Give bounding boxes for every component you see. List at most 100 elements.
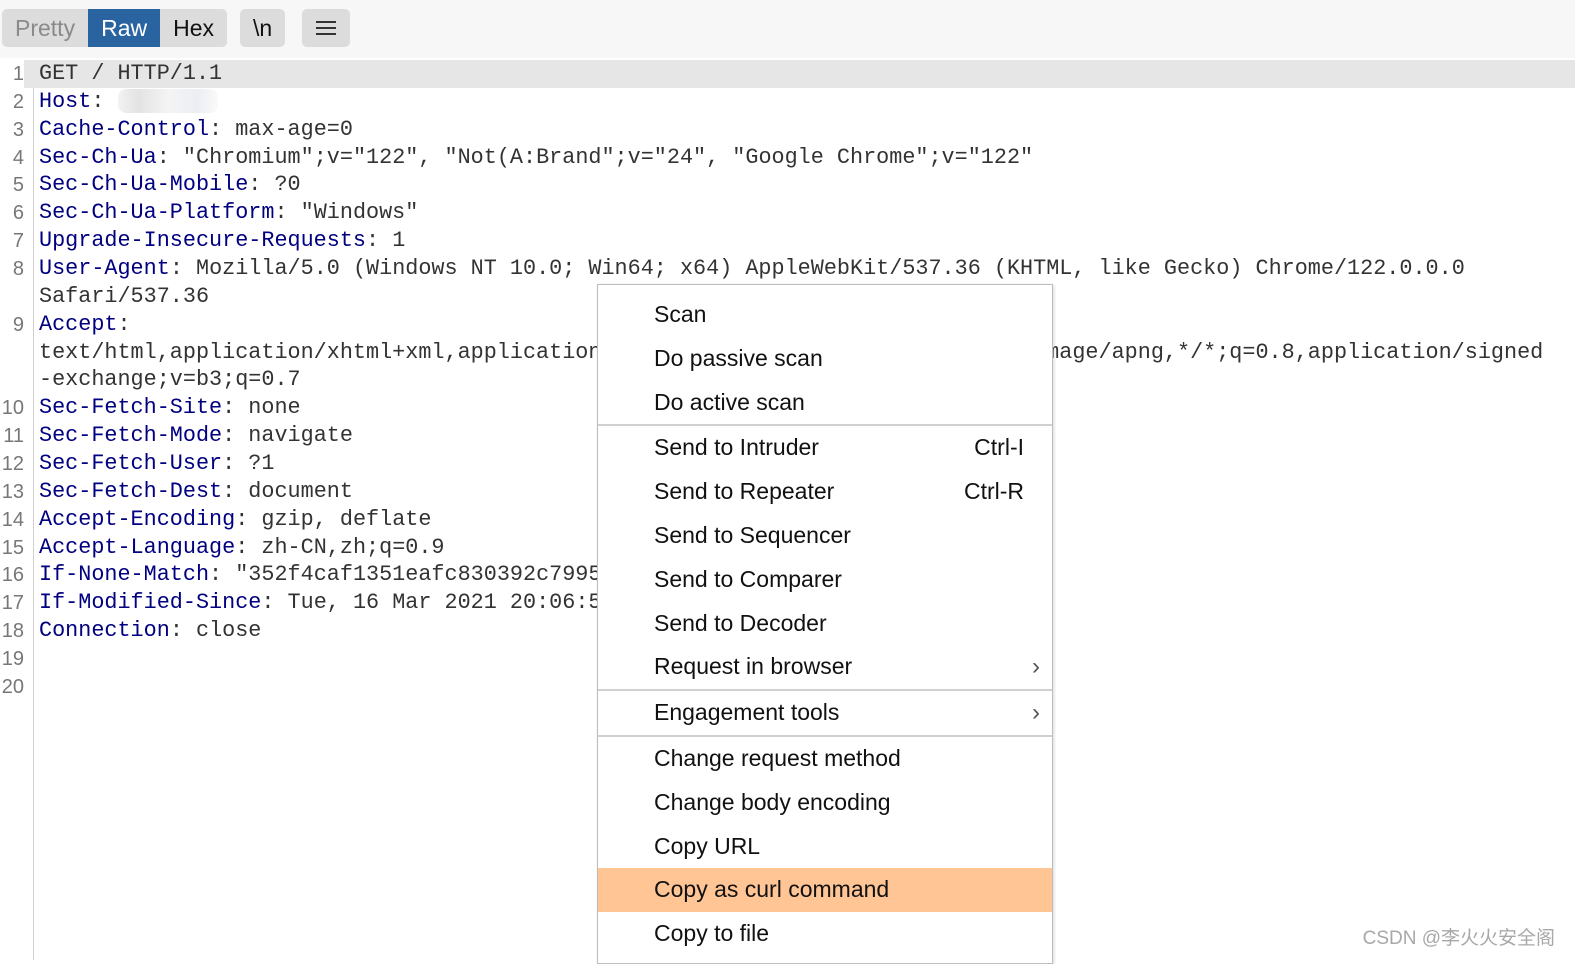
line-code: GET / HTTP/1.1 <box>39 60 222 88</box>
line-code: If-None-Match: "352f4caf1351eafc830392c7… <box>39 561 601 589</box>
line-number: 4 <box>12 146 24 169</box>
header-name: Sec-Ch-Ua-Platform <box>39 200 275 226</box>
menu-item-do-active-scan[interactable]: Do active scan <box>598 381 1052 425</box>
line-number: 6 <box>12 202 24 225</box>
header-name: If-Modified-Since <box>39 590 262 616</box>
header-name: Sec-Fetch-User <box>39 451 223 477</box>
menu-item-label: Change request method <box>654 744 901 771</box>
editor-line[interactable]: 3 Cache-Control: max-age=0 <box>0 116 1575 144</box>
editor-line[interactable]: 4 Sec-Ch-Ua: "Chromium";v="122", "Not(A:B… <box>0 144 1575 172</box>
header-value: max-age=0 <box>235 116 353 142</box>
tab-hex[interactable]: Hex <box>160 9 227 47</box>
menu-item-label: Send to Intruder <box>654 434 819 461</box>
header-value: -exchange;v=b3;q=0.7 <box>39 367 301 393</box>
menu-item-send-to-repeater[interactable]: Send to Repeater Ctrl-R <box>598 470 1052 514</box>
newline-toggle-button[interactable]: \n <box>240 9 286 47</box>
editor-line[interactable]: 8 User-Agent: Mozilla/5.0 (Windows NT 10.… <box>0 255 1575 283</box>
tab-raw[interactable]: Raw <box>88 9 161 47</box>
menu-item-copy-as-curl-command[interactable]: Copy as curl command <box>598 868 1052 913</box>
menu-item-label: Copy as curl command <box>654 876 890 903</box>
editor-line[interactable]: 1 GET / HTTP/1.1 <box>0 60 1575 88</box>
header-separator: : <box>222 451 249 477</box>
header-separator: : <box>274 200 301 226</box>
header-value: "352f4caf1351eafc830392c7995 <box>235 562 602 588</box>
menu-item-do-passive-scan[interactable]: Do passive scan <box>598 337 1052 381</box>
line-number: 18 <box>1 620 24 643</box>
menu-item-label: Scan <box>654 301 707 327</box>
header-name: Sec-Fetch-Dest <box>39 478 223 504</box>
line-number: 11 <box>3 425 24 448</box>
menu-item-send-to-comparer[interactable]: Send to Comparer <box>598 558 1052 602</box>
header-value: "Windows" <box>300 200 419 226</box>
header-value: ?1 <box>248 451 275 477</box>
header-value: Safari/537.36 <box>39 283 210 309</box>
header-value: none <box>248 395 301 421</box>
line-number: 5 <box>12 174 24 197</box>
menu-item-label: Engagement tools <box>654 699 840 726</box>
line-code: Sec-Fetch-Mode: navigate <box>39 422 353 450</box>
line-code: Upgrade-Insecure-Requests: 1 <box>39 227 405 255</box>
menu-item-label: Copy URL <box>654 832 761 859</box>
header-separator: : <box>156 144 183 170</box>
line-number: 3 <box>12 118 24 141</box>
menu-item-change-body-encoding[interactable]: Change body encoding <box>598 781 1052 825</box>
editor-line[interactable]: 6 Sec-Ch-Ua-Platform: "Windows" <box>0 199 1575 227</box>
header-separator: : <box>235 506 262 532</box>
line-code: Sec-Fetch-Dest: document <box>39 478 353 506</box>
menu-item-request-in-browser[interactable]: Request in browser › <box>598 645 1052 689</box>
menu-item-label: Send to Comparer <box>654 565 842 592</box>
line-code: Accept: <box>39 311 131 339</box>
header-separator: : <box>222 478 249 504</box>
line-code: Safari/537.36 <box>39 283 209 311</box>
menu-item-label: Send to Sequencer <box>654 521 851 548</box>
header-separator: : <box>261 590 288 616</box>
header-name: Sec-Ch-Ua <box>39 144 157 170</box>
header-separator: : <box>209 562 236 588</box>
menu-item-send-to-intruder[interactable]: Send to Intruder Ctrl-I <box>598 426 1052 470</box>
editor-line[interactable]: 2 Host: <box>0 88 1575 116</box>
header-separator: : <box>117 311 131 337</box>
header-value: zh-CN,zh;q=0.9 <box>261 534 445 560</box>
line-number: 1 <box>0 60 24 88</box>
menu-item-copy-to-file[interactable]: Copy to file <box>598 912 1052 956</box>
line-number: 12 <box>1 453 24 476</box>
header-value: Mozilla/5.0 (Windows NT 10.0; Win64; x64… <box>195 256 1465 282</box>
header-name: Accept <box>39 311 118 337</box>
header-name: Accept-Encoding <box>39 506 236 532</box>
line-number: 8 <box>12 258 24 281</box>
menu-item-send-to-sequencer[interactable]: Send to Sequencer <box>598 514 1052 558</box>
menu-item-label: Do passive scan <box>654 344 823 371</box>
header-separator: : <box>169 256 196 282</box>
line-code: Sec-Ch-Ua-Platform: "Windows" <box>39 199 418 227</box>
line-code: Sec-Ch-Ua: "Chromium";v="122", "Not(A:Br… <box>39 144 1033 172</box>
menu-item-label: Send to Decoder <box>654 609 827 636</box>
header-separator: : <box>222 395 249 421</box>
editor-line[interactable]: 5 Sec-Ch-Ua-Mobile: ?0 <box>0 171 1575 199</box>
line-code: If-Modified-Since: Tue, 16 Mar 2021 20:0… <box>39 589 601 617</box>
header-value: GET / HTTP/1.1 <box>39 61 223 86</box>
line-code: Connection: close <box>39 617 261 645</box>
menu-item-copy-url[interactable]: Copy URL <box>598 825 1052 869</box>
editor-line[interactable]: 7 Upgrade-Insecure-Requests: 1 <box>0 227 1575 255</box>
header-separator: : <box>222 423 249 449</box>
header-name: If-None-Match <box>39 562 210 588</box>
menu-item-engagement-tools[interactable]: Engagement tools › <box>598 691 1052 735</box>
chevron-right-icon: › <box>1032 699 1040 727</box>
header-separator: : <box>209 116 236 142</box>
options-menu-button[interactable] <box>302 9 350 47</box>
menu-item-change-request-method[interactable]: Change request method <box>598 737 1052 781</box>
line-number: 7 <box>12 230 24 253</box>
header-name: Connection <box>39 618 170 644</box>
header-separator: : <box>235 534 262 560</box>
shortcut-label: Ctrl-R <box>963 478 1024 505</box>
menu-item-scan[interactable]: Scan <box>598 293 1052 337</box>
editor-toolbar: Pretty Raw Hex \n <box>0 0 1575 58</box>
header-name: Sec-Fetch-Site <box>39 395 223 421</box>
line-number: 20 <box>1 675 24 698</box>
tab-pretty[interactable]: Pretty <box>2 9 88 47</box>
line-code: Sec-Ch-Ua-Mobile: ?0 <box>39 171 301 199</box>
menu-item-send-to-decoder[interactable]: Send to Decoder <box>598 602 1052 646</box>
menu-item-label: Change body encoding <box>654 788 891 815</box>
header-name: Host <box>39 88 92 114</box>
line-code: -exchange;v=b3;q=0.7 <box>39 366 301 394</box>
